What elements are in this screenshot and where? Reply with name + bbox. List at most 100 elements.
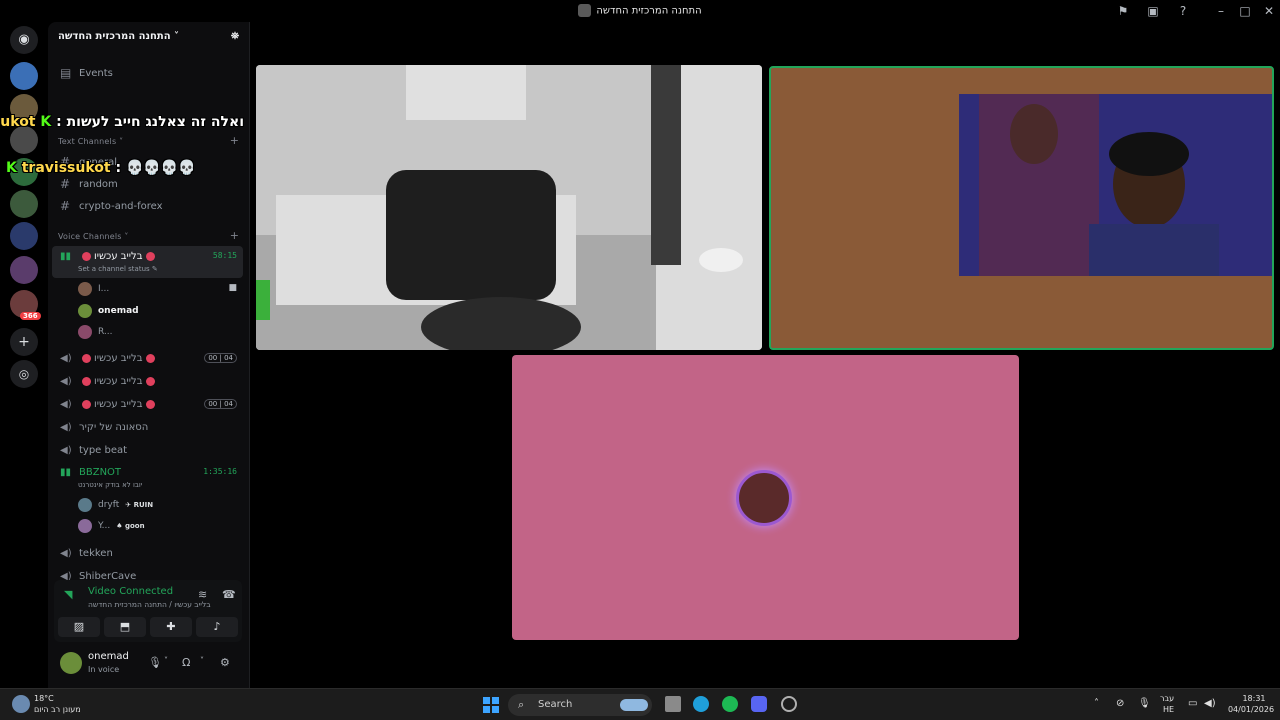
add-server-icon[interactable]: + (10, 328, 38, 356)
avatar (78, 282, 92, 296)
user-panel: onemad In voice 🎙 ˅ Ω ˅ ⚙ (54, 646, 242, 682)
video-tile-room[interactable] (256, 65, 762, 350)
speaker-icon: ◀) (60, 547, 72, 559)
server-name: התחנה המרכזית החדשה ˅ (58, 31, 180, 42)
app-taskbar-icon[interactable] (781, 696, 797, 712)
voice-category[interactable]: Voice Channels ˅ (58, 232, 129, 241)
active-voice-timer: 58:15 (212, 251, 237, 260)
voice-member[interactable]: Y... ♠ goon (78, 517, 145, 535)
language-bottom[interactable]: HE (1163, 705, 1174, 714)
discover-icon[interactable]: ◎ (10, 360, 38, 388)
spotify-icon[interactable] (722, 696, 738, 712)
bbznot-timer: 1:35:16 (203, 467, 237, 476)
add-voice-channel-icon[interactable]: + (230, 229, 239, 242)
volume-icon[interactable]: ◀) (1204, 698, 1216, 709)
taskbar-search[interactable]: ⌕ Search (508, 694, 652, 716)
server-folder-icon[interactable] (10, 256, 38, 284)
channel-random[interactable]: # random (54, 174, 243, 194)
noise-suppression-icon[interactable]: ≋ (198, 588, 207, 601)
events-item[interactable]: ▤ Events (54, 63, 243, 83)
speaker-icon: ◀) (60, 421, 72, 433)
camera-toggle-button[interactable]: ▨ (58, 617, 100, 637)
overlay-chat-message: ואלה זה צאלנג חייב לעשות : travissukot K (0, 114, 244, 130)
voice-channel[interactable]: ◀) בלייב עכשיו (54, 371, 243, 391)
language-top[interactable]: עבר (1160, 694, 1174, 703)
microphone-icon[interactable]: 🎙 (148, 656, 162, 669)
headphones-icon[interactable]: Ω (182, 656, 190, 669)
minimize-icon[interactable]: – (1213, 3, 1229, 19)
windows-start-icon[interactable] (483, 697, 499, 713)
chevron-down-icon[interactable]: ˅ (200, 656, 204, 665)
search-highlight-icon (620, 699, 648, 711)
maximize-icon[interactable]: □ (1237, 3, 1253, 19)
voice-active-icon: ▮▮ (60, 466, 72, 478)
bbznot-status: יובו לא בודק אינטרנט (78, 481, 143, 489)
server-header[interactable]: התחנה המרכזית החדשה ˅ ⛯ (48, 22, 249, 54)
microphone-tray-icon[interactable]: 🎙 (1138, 698, 1151, 709)
speaker-icon: ◀) (60, 398, 72, 410)
voice-channel[interactable]: ◀) הסאונה של יקיר (54, 417, 243, 437)
disconnect-icon[interactable]: ☎ (222, 588, 236, 601)
server-icon-1[interactable] (10, 62, 38, 90)
search-icon: ⌕ (518, 698, 525, 711)
voice-member-self[interactable]: onemad (78, 302, 139, 320)
user-status: In voice (88, 665, 120, 674)
avatar (78, 304, 92, 318)
hash-icon: # (60, 177, 71, 191)
voice-channel[interactable]: ◀) type beat (54, 440, 243, 460)
display-icon[interactable]: ▭ (1188, 698, 1197, 709)
close-icon[interactable]: ✕ (1261, 3, 1277, 19)
add-text-channel-icon[interactable]: + (230, 134, 239, 147)
camera-icon: ■ (228, 283, 237, 293)
voice-status-subtitle[interactable]: בלייב עכשיו / התחנה המרכזית החדשה (88, 600, 211, 609)
member-tag: ♠ goon (116, 522, 145, 530)
weather-icon[interactable] (12, 695, 30, 713)
chevron-up-icon[interactable]: ˄ (1094, 698, 1099, 709)
help-icon[interactable]: ? (1175, 3, 1191, 19)
voice-channel[interactable]: ◀) tekken (54, 543, 243, 563)
clock-time[interactable]: 18:31 (1240, 694, 1268, 703)
activities-button[interactable]: ✚ (150, 617, 192, 637)
edge-icon[interactable] (693, 696, 709, 712)
hash-icon: # (60, 199, 71, 213)
channel-user-limit: 00 | 04 (204, 353, 237, 363)
inbox-icon[interactable]: ▣ (1145, 3, 1161, 19)
text-category[interactable]: Text Channels ˅ (58, 137, 123, 146)
overlay-chat-message: K travissukot : 💀💀💀💀 (6, 160, 196, 176)
settings-gear-icon[interactable]: ⚙ (220, 656, 230, 669)
avatar[interactable] (60, 652, 82, 674)
user-name[interactable]: onemad (88, 651, 129, 662)
signal-icon[interactable]: ◥ (64, 588, 72, 601)
network-off-icon[interactable]: ⊘ (1116, 698, 1124, 709)
weather-description: מעונן רב היום (34, 705, 81, 714)
video-tile-avatar[interactable] (512, 355, 1019, 640)
voice-member[interactable]: I... (78, 280, 109, 298)
notification-badge: 366 (20, 312, 41, 320)
voice-status-title: Video Connected (88, 586, 174, 597)
weather-temp[interactable]: 18°C (34, 694, 54, 703)
server-icon-6[interactable] (10, 222, 38, 250)
voice-member[interactable]: R... (78, 323, 113, 341)
discord-home-icon[interactable]: ◉ (10, 26, 38, 54)
speaker-icon: ◀) (60, 375, 72, 387)
calendar-icon: ▤ (60, 66, 72, 80)
invite-icon[interactable]: ⛯ (231, 31, 239, 45)
server-icon-5[interactable] (10, 190, 38, 218)
chevron-down-icon[interactable]: ˅ (164, 656, 168, 665)
voice-connection-panel: ◥ Video Connected בלייב עכשיו / התחנה המ… (54, 580, 242, 642)
channel-crypto-and-forex[interactable]: # crypto-and-forex (54, 196, 243, 216)
speaker-icon: ◀) (60, 444, 72, 456)
clock-date[interactable]: 04/01/2026 (1226, 705, 1276, 714)
soundboard-button[interactable]: ♪ (196, 617, 238, 637)
title-bar: התחנה המרכזית החדשה ⚑ ▣ ? – □ ✕ (0, 0, 1280, 22)
file-explorer-icon[interactable] (665, 696, 681, 712)
discord-taskbar-icon[interactable] (751, 696, 767, 712)
video-tile-streamer[interactable] (769, 66, 1274, 350)
channel-status[interactable]: Set a channel status ✎ (78, 265, 158, 273)
avatar (78, 498, 92, 512)
screen-share-button[interactable]: ⬒ (104, 617, 146, 637)
window-title: התחנה המרכזית החדשה (0, 4, 1280, 17)
flag-icon[interactable]: ⚑ (1115, 3, 1131, 19)
voice-member[interactable]: dryft ✈ RUIN (78, 496, 153, 514)
voice-active-icon: ▮▮ (60, 250, 72, 262)
